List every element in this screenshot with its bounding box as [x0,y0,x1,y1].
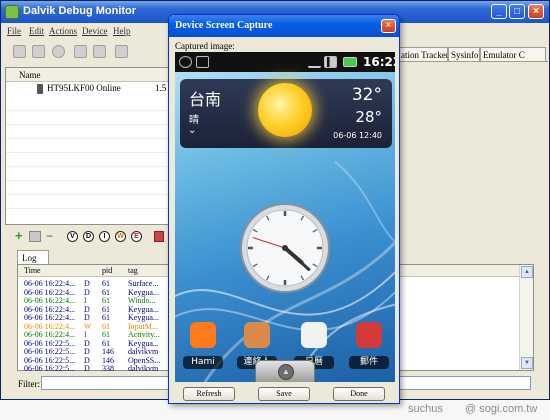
save-button[interactable]: Save [258,387,310,401]
device-value: 1.5 [155,83,167,93]
error-button[interactable]: E [131,231,142,242]
edit-filter-icon[interactable] [29,231,41,242]
debug-button[interactable]: D [83,231,94,242]
devices-panel: Name HT95LKF00 Online 1.5 [5,67,170,225]
menu-device[interactable]: Device [82,26,107,36]
done-button[interactable]: Done [333,387,385,401]
battery-icon [343,57,357,67]
watermark-author: suchus [408,403,443,415]
signal-icon [324,56,337,68]
tab-allocation-tracker[interactable]: ation Tracker [398,47,448,61]
log-scrollbar[interactable]: ▲ ▼ [519,265,533,370]
android-icon [5,5,19,19]
chevron-down-icon[interactable]: ⌄ [188,125,196,136]
phone-status-bar: 16:22 [175,52,395,72]
col-pid[interactable]: pid [102,266,112,275]
dialog-close-button[interactable]: × [381,19,396,33]
sun-icon [258,83,312,137]
remove-filter-icon[interactable]: − [46,229,53,243]
log-cell-level: D [84,364,90,373]
maximize-button[interactable]: □ [509,4,525,19]
watermark-site: @ sogi.com.tw [465,403,538,415]
menu-file[interactable]: File [7,26,21,36]
log-toolbar: + − V D I W E [5,228,170,246]
weather-city: 台南 [189,90,222,109]
info-button[interactable]: I [99,231,110,242]
menu-actions[interactable]: Actions [49,26,77,36]
grid-line [6,110,169,111]
log-cell-tag: dalvikvm [128,364,159,373]
info-panel [398,61,548,226]
weather-date: 06-06 12:40 [333,131,382,140]
captured-screen: 16:22 台南 晴 ⌄ 32° 28° 06-06 12:40 Hami 連 [175,52,395,382]
grid-line [6,166,169,167]
screen-capture-icon[interactable] [115,45,128,58]
threads-icon[interactable] [74,45,87,58]
grid-line [6,124,169,125]
usb-icon [196,56,209,68]
contacts-icon [244,322,270,348]
hami-icon [190,322,216,348]
add-filter-icon[interactable]: + [15,228,23,243]
col-time[interactable]: Time [24,266,41,275]
tab-emulator-control[interactable]: Emulator C [480,47,546,61]
verbose-button[interactable]: V [67,231,78,242]
tab-log[interactable]: Log [17,250,49,265]
weather-low: 28° [355,108,382,126]
weather-condition: 晴 [189,115,199,126]
mail-icon [356,322,382,348]
weather-high: 32° [351,85,382,105]
device-row[interactable]: HT95LKF00 Online 1.5 [6,82,169,96]
clear-log-icon[interactable] [154,231,164,242]
stop-process-icon[interactable] [93,45,106,58]
gc-icon[interactable] [52,45,65,58]
weather-widget[interactable]: 台南 晴 ⌄ 32° 28° 06-06 12:40 [180,79,392,148]
minimize-button[interactable]: _ [491,4,507,19]
dialog-title: Device Screen Capture [175,20,273,31]
col-tag[interactable]: tag [128,266,138,275]
drawer-up-icon: ▲ [278,364,294,380]
sync-icon [179,56,192,68]
app-label: Hami [183,356,223,369]
dialog-titlebar[interactable]: Device Screen Capture × [169,15,399,37]
refresh-button[interactable]: Refresh [183,387,235,401]
log-cell-pid: 338 [102,364,114,373]
close-button[interactable]: × [528,4,544,19]
info-tab-strip: ation Tracker Sysinfo Emulator C [398,47,548,61]
grid-line [6,180,169,181]
filter-label: Filter: [18,379,40,389]
scroll-down-icon[interactable]: ▼ [521,357,533,369]
menu-help[interactable]: Help [113,26,131,36]
screen-capture-dialog: Device Screen Capture × Captured image: … [168,14,400,404]
window-title: Dalvik Debug Monitor [23,5,137,17]
heap-icon[interactable] [32,45,45,58]
device-name: HT95LKF00 Online [47,83,121,93]
grid-line [6,152,169,153]
menu-edit[interactable]: Edit [29,26,44,36]
app-mail[interactable]: 郵件 [347,322,391,372]
status-time: 16:22 [363,55,395,69]
scroll-up-icon[interactable]: ▲ [521,266,533,278]
warn-button[interactable]: W [115,231,126,242]
app-hami[interactable]: Hami [181,322,225,372]
log-cell-time: 06-06 16:22:5... [24,364,76,373]
app-label: 郵件 [349,356,389,369]
grid-line [6,208,169,209]
wifi-icon [308,56,321,68]
devices-column-name[interactable]: Name [6,68,169,82]
calendar-icon [301,322,327,348]
analog-clock[interactable] [239,202,331,294]
app-drawer-handle[interactable]: ▲ [255,360,315,382]
grid-line [6,194,169,195]
phone-icon [37,84,43,94]
grid-line [6,138,169,139]
captured-image-label: Captured image: [175,41,235,51]
tab-sysinfo[interactable]: Sysinfo [448,47,480,61]
debug-icon[interactable] [13,45,26,58]
